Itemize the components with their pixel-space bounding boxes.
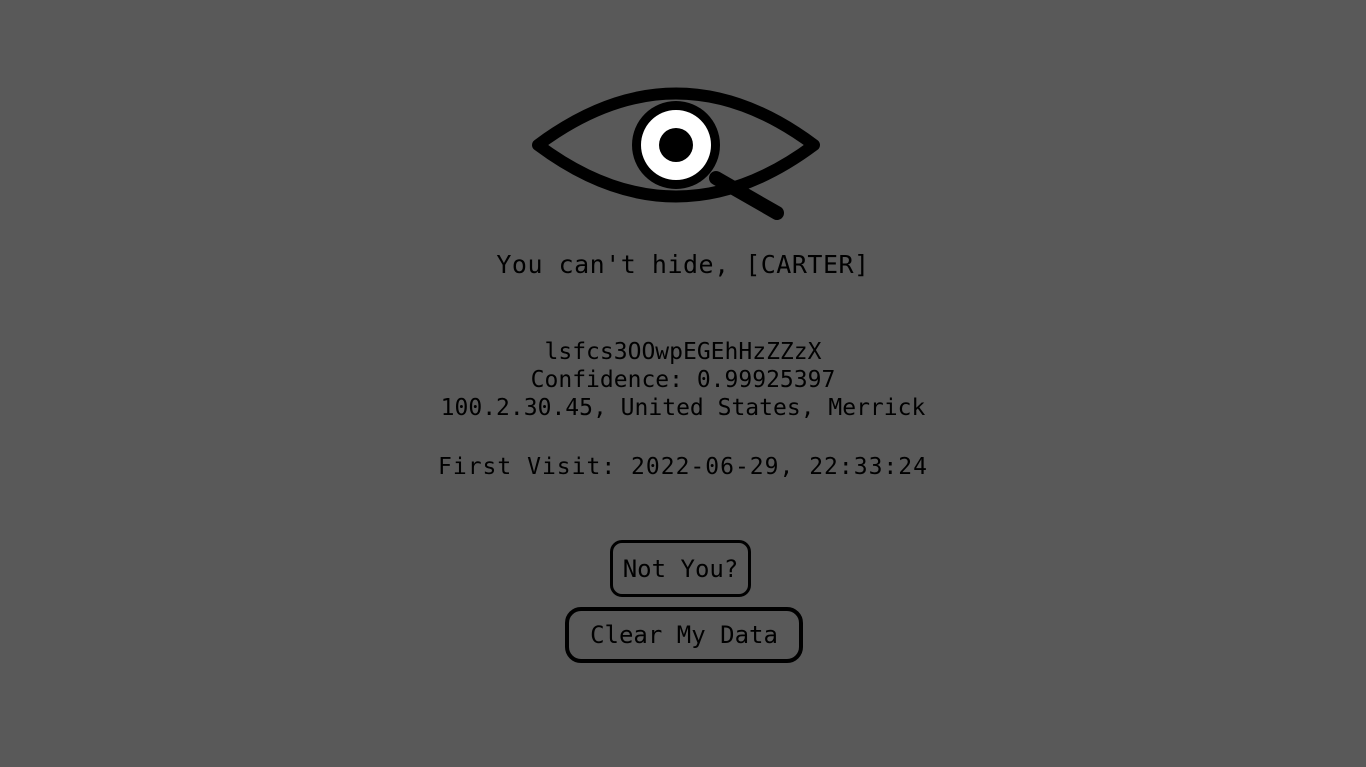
visitor-id: lsfcs3OOwpEGEhHzZZzX <box>544 339 822 365</box>
page: You can't hide, [CARTER] lsfcs3OOwpEGEhH… <box>0 0 1366 767</box>
pupil <box>659 128 693 162</box>
location-value: 100.2.30.45, United States, Merrick <box>440 395 926 421</box>
first-visit-value: First Visit: 2022-06-29, 22:33:24 <box>438 454 928 480</box>
confidence-value: Confidence: 0.99925397 <box>530 367 836 393</box>
greeting-text: You can't hide, [CARTER] <box>496 250 870 279</box>
eye-magnifier-icon <box>532 87 820 220</box>
visitor-info: lsfcs3OOwpEGEhHzZZzX Confidence: 0.99925… <box>0 338 1366 422</box>
clear-data-button[interactable]: Clear My Data <box>565 607 803 663</box>
not-you-button[interactable]: Not You? <box>610 540 751 597</box>
